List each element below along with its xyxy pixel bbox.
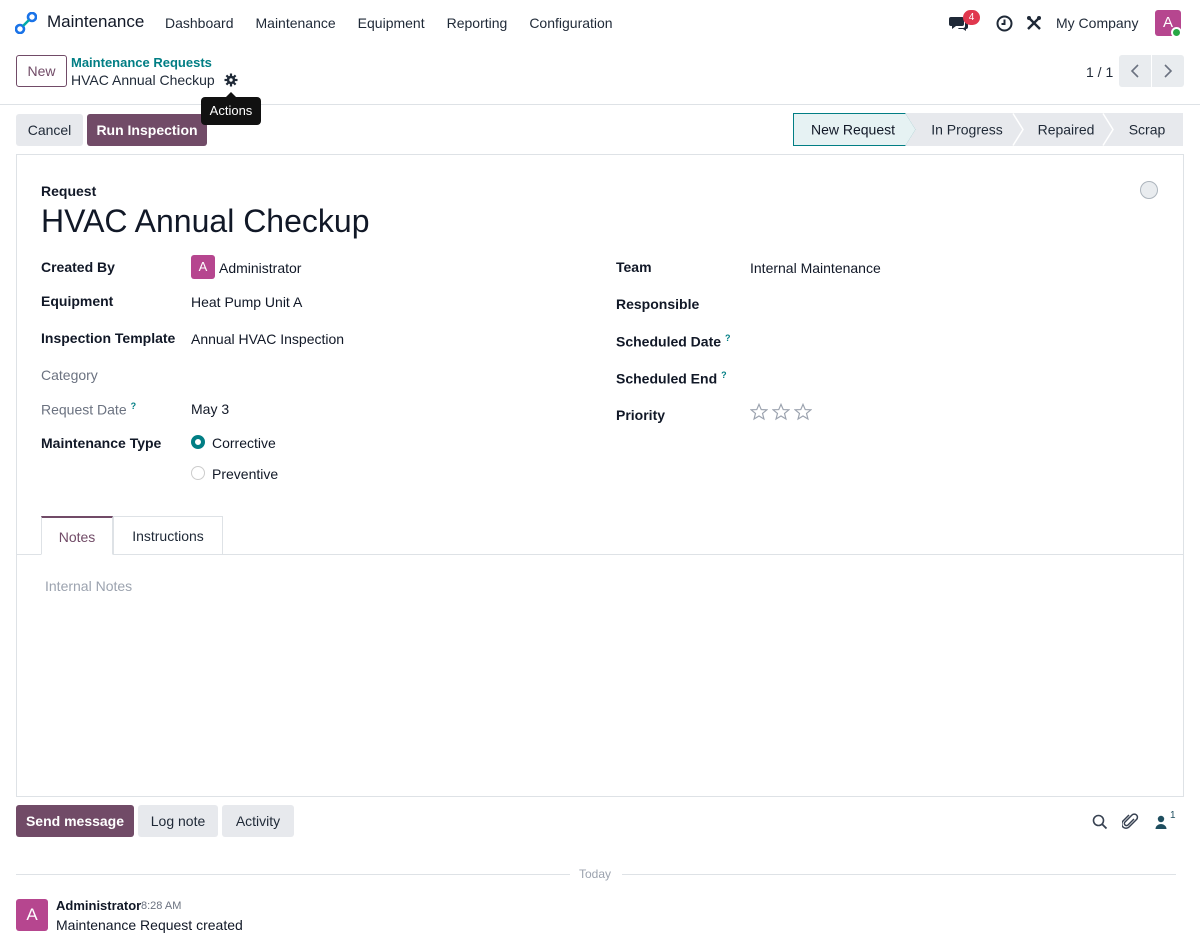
equipment-label: Equipment <box>41 293 114 309</box>
activity-button[interactable]: Activity <box>222 805 294 837</box>
radio-corrective[interactable] <box>191 435 205 449</box>
category-label: Category <box>41 367 98 383</box>
date-divider-line <box>16 874 570 875</box>
notebook-tabs: Notes Instructions <box>17 516 1183 555</box>
messages-badge: 4 <box>963 10 980 25</box>
star-icon[interactable] <box>772 403 790 421</box>
menu-reporting[interactable]: Reporting <box>436 0 519 46</box>
request-date-label: Request Date? <box>41 401 136 418</box>
stage-in-progress[interactable]: In Progress <box>931 122 1003 138</box>
menu-configuration[interactable]: Configuration <box>518 0 623 46</box>
top-navbar: Maintenance Dashboard Maintenance Equipm… <box>0 0 1200 46</box>
responsible-field[interactable] <box>750 296 1150 316</box>
help-icon[interactable]: ? <box>725 333 731 343</box>
section-label: Request <box>41 183 97 199</box>
request-date-label-text: Request Date <box>41 401 127 418</box>
menu-maintenance[interactable]: Maintenance <box>245 0 347 46</box>
message-time: 8:28 AM <box>141 900 182 912</box>
pager-previous-button[interactable] <box>1119 55 1151 87</box>
date-divider-line <box>622 874 1176 875</box>
chevron-right-icon <box>1164 64 1173 78</box>
radio-preventive-label[interactable]: Preventive <box>212 466 278 482</box>
maintenance-type-label: Maintenance Type <box>41 435 162 451</box>
tools-button[interactable] <box>1023 0 1045 46</box>
internal-notes-field[interactable]: Internal Notes <box>45 578 132 594</box>
priority-label: Priority <box>616 407 666 423</box>
pager-value[interactable]: 1 / 1 <box>1086 64 1113 80</box>
pager-next-button[interactable] <box>1152 55 1184 87</box>
app-name[interactable]: Maintenance <box>47 12 144 32</box>
created-by-label: Created By <box>41 259 115 275</box>
chevron-left-icon <box>1130 64 1139 78</box>
company-switcher[interactable]: My Company <box>1056 15 1138 31</box>
new-button[interactable]: New <box>16 55 67 87</box>
request-date-field[interactable]: May 3 <box>191 401 229 417</box>
help-icon[interactable]: ? <box>131 401 137 411</box>
activity-button[interactable] <box>993 0 1015 46</box>
actions-tooltip: Actions <box>201 92 261 125</box>
menu-equipment[interactable]: Equipment <box>347 0 436 46</box>
message-body: Maintenance Request created <box>56 917 243 933</box>
chatter-toolbar: Send message Log note Activity 1 <box>0 805 1200 839</box>
scheduled-date-label-text: Scheduled Date <box>616 333 722 350</box>
online-status-icon <box>1171 27 1182 38</box>
tab-notes[interactable]: Notes <box>41 516 113 555</box>
help-icon[interactable]: ? <box>721 370 727 380</box>
created-by-avatar: A <box>191 255 215 279</box>
cancel-button[interactable]: Cancel <box>16 114 83 146</box>
gear-icon[interactable] <box>224 73 238 87</box>
radio-corrective-label[interactable]: Corrective <box>212 435 276 451</box>
stage-statusbar: New Request In Progress Repaired Scrap <box>793 113 1184 146</box>
radio-preventive[interactable] <box>191 466 205 480</box>
tab-instructions[interactable]: Instructions <box>113 516 223 555</box>
responsible-label: Responsible <box>616 296 700 312</box>
request-title[interactable]: HVAC Annual Checkup <box>41 203 369 240</box>
followers-icon[interactable] <box>1155 815 1167 829</box>
scheduled-date-field[interactable] <box>750 333 1150 353</box>
star-icon[interactable] <box>750 403 768 421</box>
category-field[interactable] <box>191 367 571 387</box>
created-by-field[interactable]: Administrator <box>219 260 301 276</box>
tools-icon <box>1027 16 1041 30</box>
stage-new-request[interactable]: New Request <box>811 122 895 138</box>
breadcrumb-current: HVAC Annual Checkup <box>71 72 215 88</box>
star-icon[interactable] <box>794 403 812 421</box>
search-icon[interactable] <box>1092 814 1108 830</box>
run-inspection-button[interactable]: Run Inspection <box>87 114 207 146</box>
clock-icon <box>996 15 1012 31</box>
team-label: Team <box>616 259 652 275</box>
priority-stars <box>750 403 812 421</box>
scheduled-end-label-text: Scheduled End <box>616 370 718 387</box>
breadcrumb-parent[interactable]: Maintenance Requests <box>71 55 212 70</box>
inspection-template-field[interactable]: Annual HVAC Inspection <box>191 331 344 347</box>
menu-dashboard[interactable]: Dashboard <box>154 0 245 46</box>
log-note-button[interactable]: Log note <box>138 805 218 837</box>
message-avatar[interactable]: A <box>16 899 48 931</box>
followers-count: 1 <box>1170 810 1176 821</box>
scheduled-end-field[interactable] <box>750 370 1150 390</box>
form-sheet: Request HVAC Annual Checkup Created By A… <box>16 154 1184 797</box>
main-menu: Dashboard Maintenance Equipment Reportin… <box>154 0 624 46</box>
date-divider: Today <box>579 867 612 881</box>
inspection-template-label: Inspection Template <box>41 330 176 346</box>
stage-repaired[interactable]: Repaired <box>1038 122 1095 138</box>
app-logo-icon[interactable] <box>15 12 37 34</box>
equipment-field[interactable]: Heat Pump Unit A <box>191 294 302 310</box>
scheduled-date-label: Scheduled Date? <box>616 333 731 350</box>
kanban-state-icon[interactable] <box>1140 181 1158 199</box>
control-panel: New Maintenance Requests HVAC Annual Che… <box>0 46 1200 105</box>
send-message-button[interactable]: Send message <box>16 805 134 837</box>
action-bar: Cancel Run Inspection New Request In Pro… <box>0 105 1200 155</box>
paperclip-icon[interactable] <box>1122 813 1139 831</box>
scheduled-end-label: Scheduled End? <box>616 370 727 387</box>
message-author[interactable]: Administrator <box>56 898 141 913</box>
stage-scrap[interactable]: Scrap <box>1129 122 1166 138</box>
stage-arrows: New Request In Progress Repaired Scrap <box>793 113 1184 146</box>
team-field[interactable]: Internal Maintenance <box>750 260 881 276</box>
